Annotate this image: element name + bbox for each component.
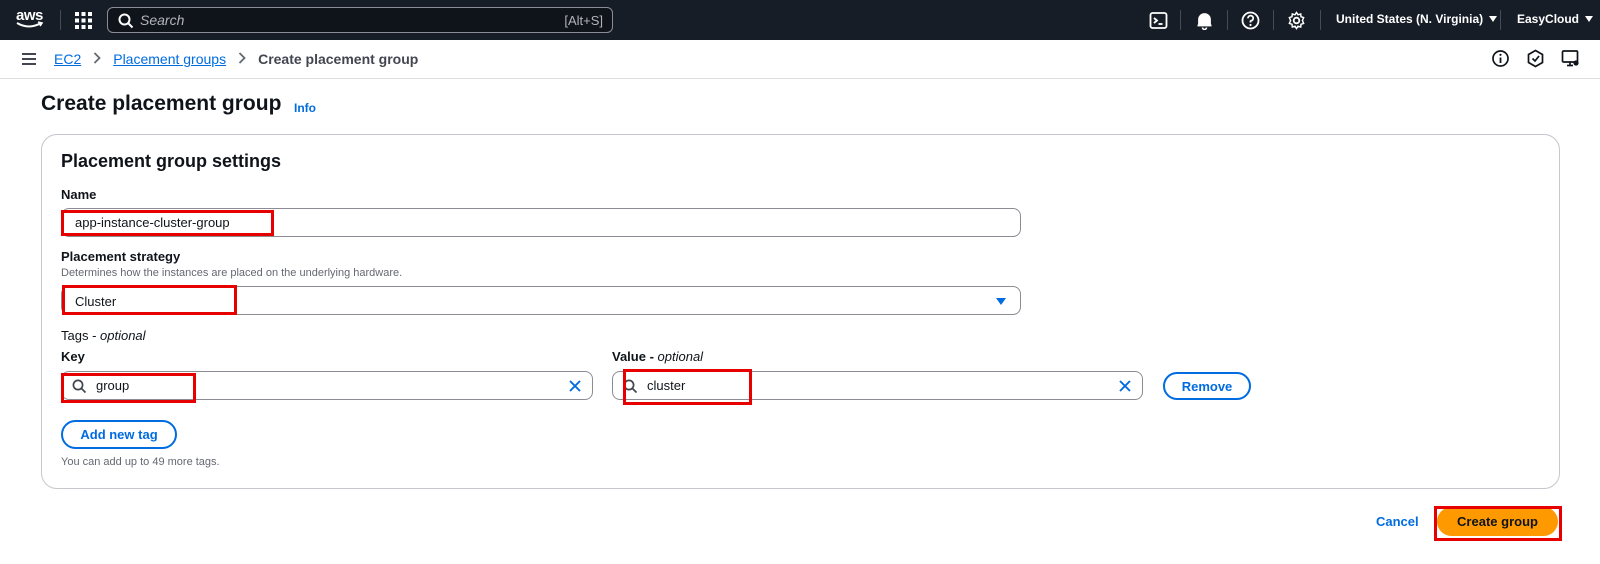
placement-strategy-select[interactable]: Cluster — [61, 286, 1021, 315]
clear-x-icon[interactable] — [1118, 379, 1132, 393]
aws-logo[interactable]: aws — [15, 5, 45, 33]
top-navigation: aws [Alt+S] — [0, 0, 1600, 40]
breadcrumb-link-ec2[interactable]: EC2 — [54, 51, 81, 67]
region-selector[interactable]: United States (N. Virginia) — [1336, 12, 1498, 26]
placement-strategy-value: Cluster — [75, 294, 117, 309]
tag-key-label: Key — [61, 349, 85, 364]
breadcrumb-current: Create placement group — [258, 51, 419, 67]
cancel-button[interactable]: Cancel — [1376, 514, 1419, 529]
info-panel-icon[interactable] — [1491, 49, 1510, 68]
tags-label: Tags - optional — [61, 328, 146, 343]
aws-smile-icon — [16, 21, 44, 28]
info-link[interactable]: Info — [294, 101, 316, 115]
tag-key-input[interactable]: group — [61, 371, 593, 400]
search-icon — [623, 379, 638, 394]
nav-divider — [1273, 10, 1274, 30]
chevron-right-icon — [93, 51, 102, 67]
tag-value-input[interactable]: cluster — [612, 371, 1143, 400]
chevron-down-icon — [1489, 16, 1498, 22]
section-title: Placement group settings — [61, 151, 282, 171]
placement-strategy-label: Placement strategy — [61, 249, 181, 264]
caret-down-icon — [996, 298, 1006, 305]
placement-strategy-description: Determines how the instances are placed … — [61, 267, 403, 279]
clear-x-icon[interactable] — [568, 379, 582, 393]
region-label: United States (N. Virginia) — [1336, 12, 1484, 26]
create-group-button[interactable]: Create group — [1437, 507, 1558, 536]
name-label: Name — [61, 187, 97, 202]
remove-tag-button[interactable]: Remove — [1163, 372, 1251, 400]
notifications-bell-icon[interactable] — [1195, 11, 1214, 30]
search-input[interactable] — [140, 11, 530, 29]
chevron-down-icon — [1585, 16, 1594, 22]
chevron-right-icon — [238, 51, 246, 67]
placement-group-settings-panel: Placement group settings Name Placement … — [41, 134, 1560, 489]
nav-divider — [1500, 10, 1501, 30]
tags-helper-text: You can add up to 49 more tags. — [61, 456, 220, 468]
breadcrumb-link-placement-groups[interactable]: Placement groups — [113, 51, 226, 67]
search-icon — [118, 13, 134, 29]
tag-value-value: cluster — [647, 378, 686, 393]
search-icon — [72, 379, 87, 394]
tag-key-value: group — [96, 378, 130, 393]
account-label: EasyCloud — [1517, 12, 1580, 26]
help-icon[interactable] — [1241, 11, 1260, 30]
search-shortcut-hint: [Alt+S] — [564, 13, 603, 28]
account-selector[interactable]: EasyCloud — [1517, 12, 1594, 26]
breadcrumb-bar: EC2 Placement groups Create placement gr… — [0, 40, 1600, 79]
tag-value-label: Value - optional — [612, 349, 704, 364]
add-new-tag-button[interactable]: Add new tag — [61, 420, 177, 449]
guidance-hexagon-icon[interactable] — [1526, 49, 1545, 68]
cloudshell-icon[interactable] — [1149, 11, 1168, 30]
page-title: Create placement group — [41, 92, 282, 115]
nav-divider — [1320, 10, 1321, 30]
nav-divider — [60, 10, 61, 30]
apps-grid-icon[interactable] — [74, 11, 93, 30]
nav-divider — [1227, 10, 1228, 30]
breadcrumb: EC2 Placement groups Create placement gr… — [54, 51, 418, 67]
global-search[interactable]: [Alt+S] — [107, 7, 613, 33]
menu-hamburger-icon[interactable] — [22, 53, 36, 65]
settings-gear-icon[interactable] — [1287, 11, 1306, 30]
feedback-screen-icon[interactable] — [1561, 49, 1580, 68]
name-input[interactable] — [61, 208, 1021, 237]
nav-divider — [1180, 10, 1181, 30]
